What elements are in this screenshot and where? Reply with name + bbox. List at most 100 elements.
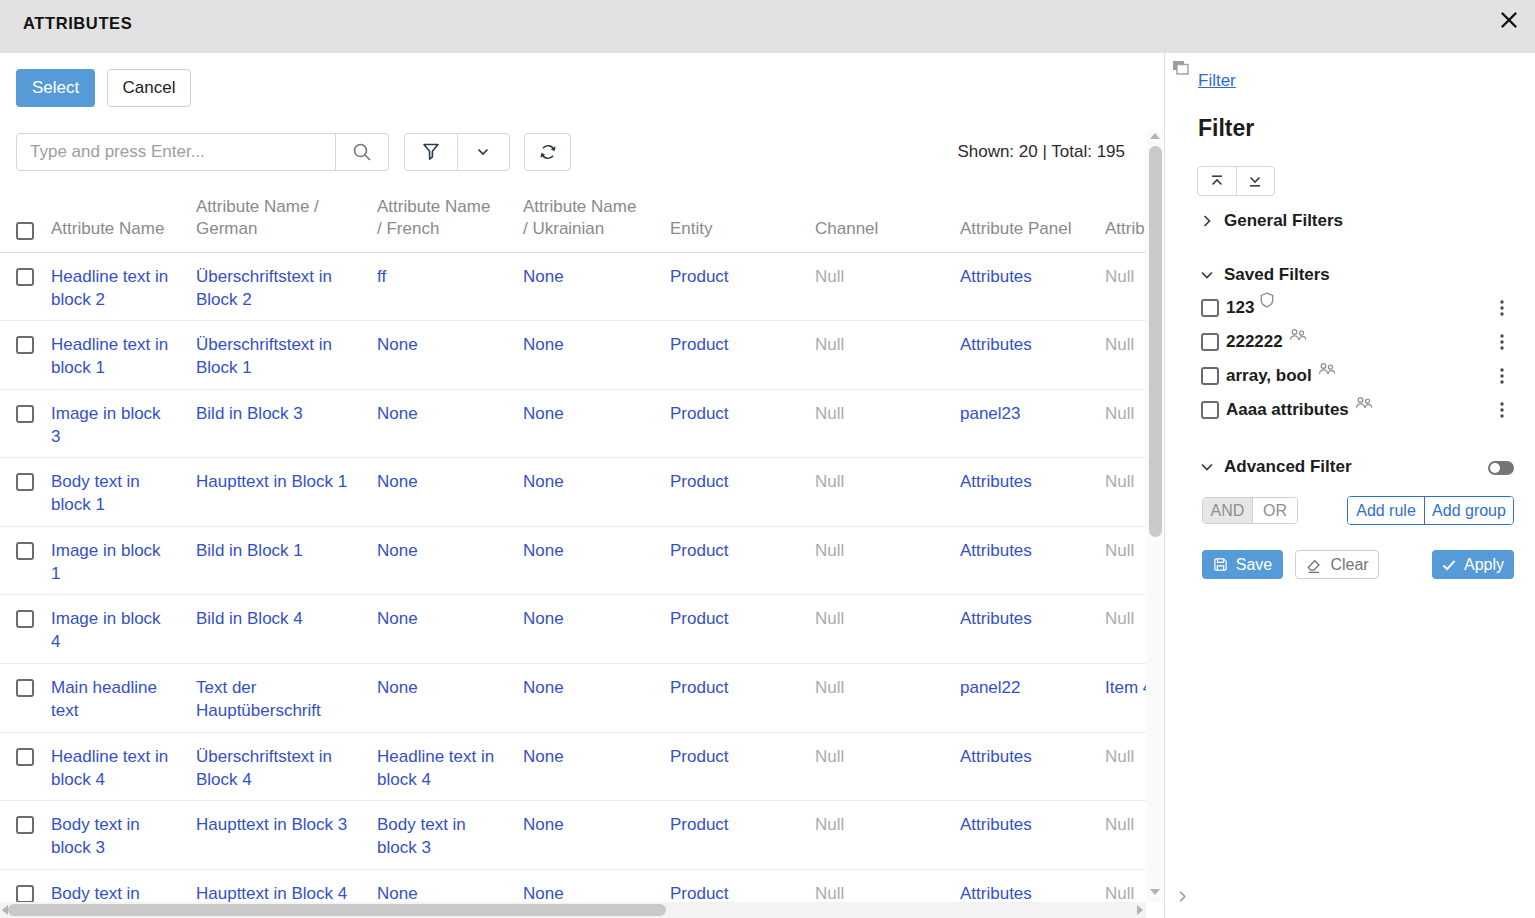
cell-link[interactable]: Headline text in block 2 [51, 267, 168, 309]
popout-icon[interactable] [1172, 60, 1190, 80]
or-button[interactable]: OR [1253, 498, 1297, 523]
select-button[interactable]: Select [16, 69, 95, 107]
column-header[interactable]: Channel [815, 190, 960, 252]
cell-link[interactable]: Attributes [960, 747, 1032, 766]
cell-link[interactable]: Image in block 1 [51, 541, 161, 583]
cell-link[interactable]: Main headline text [51, 678, 157, 720]
saved-filter-checkbox[interactable] [1201, 299, 1219, 317]
and-button[interactable]: AND [1203, 498, 1253, 523]
cell-link[interactable]: panel23 [960, 404, 1021, 423]
add-rule-button[interactable]: Add rule [1348, 497, 1424, 524]
cell-link[interactable]: None [523, 815, 564, 834]
saved-filter-menu-button[interactable] [1496, 291, 1508, 325]
cell-link[interactable]: Body text in block 4 [51, 884, 140, 902]
cell-link[interactable]: None [377, 609, 418, 628]
row-checkbox[interactable] [16, 268, 34, 286]
column-header[interactable]: Attribute Panel [960, 190, 1105, 252]
cell-link[interactable]: Product [670, 815, 729, 834]
cell-link[interactable]: Bild in Block 3 [196, 404, 303, 423]
row-checkbox[interactable] [16, 336, 34, 354]
saved-filter-menu-button[interactable] [1496, 393, 1508, 427]
search-input[interactable] [17, 134, 335, 170]
cell-link[interactable]: Text der Hauptüberschrift [196, 678, 321, 720]
cell-link[interactable]: Body text in block 3 [377, 815, 466, 857]
cell-link[interactable]: ff [377, 267, 386, 286]
cell-link[interactable]: None [523, 541, 564, 560]
saved-filters-section[interactable]: Saved Filters [1198, 265, 1330, 285]
saved-filter-menu-button[interactable] [1496, 359, 1508, 393]
cell-link[interactable]: None [523, 609, 564, 628]
select-all-checkbox[interactable] [16, 222, 34, 240]
cell-link[interactable]: None [523, 472, 564, 491]
saved-filter-checkbox[interactable] [1201, 367, 1219, 385]
cell-link[interactable]: None [523, 335, 564, 354]
cell-link[interactable]: Überschriftstext in Block 4 [196, 747, 332, 789]
cell-link[interactable]: None [377, 678, 418, 697]
cell-link[interactable]: None [377, 472, 418, 491]
cell-link[interactable]: None [523, 747, 564, 766]
cell-link[interactable]: Haupttext in Block 3 [196, 815, 347, 834]
column-header[interactable]: Entity [670, 190, 815, 252]
general-filters-section[interactable]: General Filters [1198, 211, 1343, 231]
column-header[interactable]: Attribute Name [51, 190, 196, 252]
save-filter-button[interactable]: Save [1202, 550, 1283, 579]
cell-link[interactable]: panel22 [960, 678, 1021, 697]
cell-link[interactable]: Image in block 4 [51, 609, 161, 651]
row-checkbox[interactable] [16, 816, 34, 834]
clear-filter-button[interactable]: Clear [1295, 550, 1379, 579]
cell-link[interactable]: Product [670, 609, 729, 628]
cell-link[interactable]: Attributes [960, 335, 1032, 354]
column-header[interactable]: Attrib [1105, 190, 1146, 252]
cell-link[interactable]: Product [670, 335, 729, 354]
row-checkbox[interactable] [16, 542, 34, 560]
cell-link[interactable]: Bild in Block 1 [196, 541, 303, 560]
row-checkbox[interactable] [16, 748, 34, 766]
search-button[interactable] [335, 134, 388, 170]
add-group-button[interactable]: Add group [1424, 497, 1513, 524]
filter-link[interactable]: Filter [1198, 71, 1236, 91]
cell-link[interactable]: Überschriftstext in Block 1 [196, 335, 332, 377]
cell-link[interactable]: Attributes [960, 884, 1032, 902]
horizontal-scrollbar-thumb[interactable] [8, 904, 666, 916]
column-header[interactable]: Attribute Name / French [377, 190, 523, 252]
row-checkbox[interactable] [16, 885, 34, 902]
cell-link[interactable]: Haupttext in Block 4 [196, 884, 347, 902]
cell-link[interactable]: Product [670, 747, 729, 766]
advanced-filter-section[interactable]: Advanced Filter [1198, 457, 1352, 477]
scroll-left-arrow[interactable] [2, 905, 8, 915]
column-header[interactable]: Attribute Name / Ukrainian [523, 190, 670, 252]
collapse-panel-button[interactable] [1172, 886, 1192, 906]
cell-link[interactable]: Headline text in block 1 [51, 335, 168, 377]
cell-link[interactable]: None [523, 404, 564, 423]
cell-link[interactable]: Headline text in block 4 [51, 747, 168, 789]
row-checkbox[interactable] [16, 610, 34, 628]
advanced-filter-toggle[interactable] [1488, 461, 1514, 475]
saved-filter-checkbox[interactable] [1201, 333, 1219, 351]
vertical-scrollbar-thumb[interactable] [1149, 146, 1162, 537]
close-button[interactable] [1492, 5, 1526, 35]
filter-dropdown-button[interactable] [457, 134, 510, 170]
cancel-button[interactable]: Cancel [107, 69, 191, 107]
cell-link[interactable]: Attributes [960, 541, 1032, 560]
cell-link[interactable]: Attributes [960, 472, 1032, 491]
cell-link[interactable]: Attributes [960, 267, 1032, 286]
cell-link[interactable]: None [377, 404, 418, 423]
cell-link[interactable]: Attributes [960, 815, 1032, 834]
cell-link[interactable]: None [523, 267, 564, 286]
scroll-down-arrow[interactable] [1150, 889, 1160, 895]
apply-filter-button[interactable]: Apply [1432, 550, 1514, 579]
row-checkbox[interactable] [16, 405, 34, 423]
cell-link[interactable]: Body text in block 3 [51, 815, 140, 857]
column-header[interactable]: Attribute Name / German [196, 190, 377, 252]
cell-link[interactable]: Überschriftstext in Block 2 [196, 267, 332, 309]
collapse-all-button[interactable] [1198, 167, 1236, 195]
cell-link[interactable]: Product [670, 472, 729, 491]
cell-link[interactable]: None [377, 884, 418, 902]
cell-link[interactable]: None [377, 541, 418, 560]
row-checkbox[interactable] [16, 679, 34, 697]
expand-all-button[interactable] [1236, 167, 1275, 195]
cell-link[interactable]: None [523, 678, 564, 697]
cell-link[interactable]: Body text in block 1 [51, 472, 140, 514]
scroll-up-arrow[interactable] [1150, 133, 1160, 139]
cell-link[interactable]: Image in block 3 [51, 404, 161, 446]
